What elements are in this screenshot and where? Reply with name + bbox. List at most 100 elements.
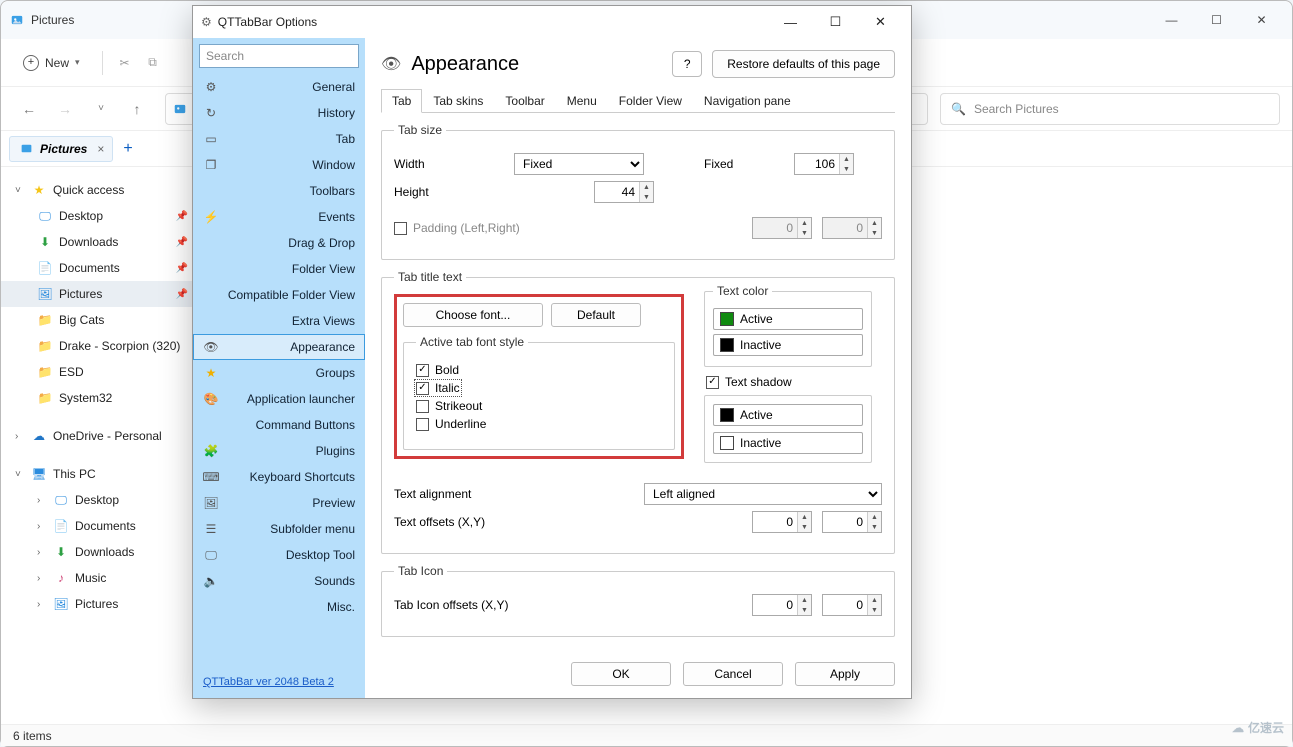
default-font-button[interactable]: Default [551,303,641,327]
bold-checkbox[interactable]: ✓Bold [416,363,662,377]
tab-pictures[interactable]: Pictures × [9,136,113,162]
nav-tab[interactable]: ▭Tab [193,126,365,152]
tree-pc-documents[interactable]: ›📄Documents [1,513,196,539]
cancel-button[interactable]: Cancel [683,662,783,686]
text-offset-x-input[interactable]: ▲▼ [752,511,812,533]
version-link[interactable]: QTTabBar ver 2048 Beta 2 [193,664,365,698]
lightning-icon: ⚡ [203,210,219,224]
tree-downloads[interactable]: ⬇Downloads📌 [1,229,196,255]
shadow-inactive-button[interactable]: Inactive [713,432,863,454]
tree-pictures[interactable]: 🖼Pictures📌 [1,281,196,307]
padding-right-input[interactable]: ▲▼ [822,217,882,239]
tree-onedrive[interactable]: ›☁OneDrive - Personal [1,423,196,449]
nav-tree: ˅★Quick access 🖵Desktop📌 ⬇Downloads📌 📄Do… [1,169,196,724]
nav-groups[interactable]: ★Groups [193,360,365,386]
nav-folderview[interactable]: Folder View [193,256,365,282]
icon-offsets-label: Tab Icon offsets (X,Y) [394,598,742,612]
choose-font-button[interactable]: Choose font... [403,303,543,327]
options-search[interactable]: Search [199,44,359,68]
tree-documents[interactable]: 📄Documents📌 [1,255,196,281]
help-button[interactable]: ? [672,51,702,77]
tree-bigcats[interactable]: 📁Big Cats [1,307,196,333]
explorer-maximize-button[interactable]: ☐ [1194,5,1239,35]
tree-drake[interactable]: 📁Drake - Scorpion (320) [1,333,196,359]
nav-window[interactable]: ❐Window [193,152,365,178]
preview-icon: 🖼 [203,496,219,510]
add-tab-button[interactable]: + [117,140,138,158]
up-button[interactable]: ↑ [121,93,153,125]
tree-pc-downloads[interactable]: ›⬇Downloads [1,539,196,565]
nav-extraviews[interactable]: Extra Views [193,308,365,334]
explorer-close-button[interactable]: ✕ [1239,5,1284,35]
nav-launcher[interactable]: 🎨Application launcher [193,386,365,412]
subtab-tab[interactable]: Tab [381,89,422,113]
tree-pc-pictures[interactable]: ›🖼Pictures [1,591,196,617]
padding-checkbox[interactable]: Padding (Left,Right) [394,221,520,235]
fixed-width-input[interactable]: ▲▼ [794,153,854,175]
width-mode-select[interactable]: Fixed [514,153,644,175]
inactive-color-button[interactable]: Inactive [713,334,863,356]
apply-button[interactable]: Apply [795,662,895,686]
nav-toolbars[interactable]: Toolbars [193,178,365,204]
padding-left-input[interactable]: ▲▼ [752,217,812,239]
cut-icon[interactable]: ✂ [115,56,135,70]
tree-pc-desktop[interactable]: ›🖵Desktop [1,487,196,513]
icon-offset-x-input[interactable]: ▲▼ [752,594,812,616]
nav-sounds[interactable]: 🔈Sounds [193,568,365,594]
tree-this-pc[interactable]: ˅🖥This PC [1,461,196,487]
nav-preview[interactable]: 🖼Preview [193,490,365,516]
text-shadow-checkbox[interactable]: ✓Text shadow [706,375,872,389]
menu-icon: ☰ [203,522,219,536]
dialog-close-button[interactable]: ✕ [858,7,903,37]
text-align-select[interactable]: Left aligned [644,483,882,505]
nav-history[interactable]: ↻History [193,100,365,126]
height-input[interactable]: ▲▼ [594,181,654,203]
shadow-active-button[interactable]: Active [713,404,863,426]
dialog-titlebar[interactable]: ⚙ QTTabBar Options — ☐ ✕ [193,6,911,38]
nav-keyboard[interactable]: ⌨Keyboard Shortcuts [193,464,365,490]
explorer-search[interactable]: 🔍 Search Pictures [940,93,1280,125]
explorer-minimize-button[interactable]: — [1149,5,1194,35]
nav-desktoptool[interactable]: 🖵Desktop Tool [193,542,365,568]
text-offset-y-input[interactable]: ▲▼ [822,511,882,533]
dialog-minimize-button[interactable]: — [768,7,813,37]
new-button[interactable]: + New ▾ [13,51,90,75]
tree-pc-music[interactable]: ›♪Music [1,565,196,591]
forward-button[interactable]: → [49,93,81,125]
dialog-maximize-button[interactable]: ☐ [813,7,858,37]
recent-dropdown[interactable]: ˅ [85,93,117,125]
history-icon: ↻ [203,106,219,120]
active-color-button[interactable]: Active [713,308,863,330]
nav-general[interactable]: ⚙General [193,74,365,100]
subtab-navpane[interactable]: Navigation pane [693,89,802,113]
document-icon: 📄 [53,518,69,534]
nav-misc[interactable]: Misc. [193,594,365,620]
strikeout-checkbox[interactable]: Strikeout [416,399,662,413]
nav-dragdrop[interactable]: Drag & Drop [193,230,365,256]
icon-offset-y-input[interactable]: ▲▼ [822,594,882,616]
tab-close-icon[interactable]: × [97,142,104,156]
subtab-menu[interactable]: Menu [556,89,608,113]
nav-plugins[interactable]: 🧩Plugins [193,438,365,464]
subtab-toolbar[interactable]: Toolbar [494,89,555,113]
tree-system32[interactable]: 📁System32 [1,385,196,411]
nav-compat[interactable]: Compatible Folder View [193,282,365,308]
italic-checkbox[interactable]: ✓Italic [416,381,460,395]
nav-events[interactable]: ⚡Events [193,204,365,230]
subtab-folderview[interactable]: Folder View [608,89,693,113]
copy-icon[interactable]: ⧉ [143,55,163,70]
download-icon: ⬇ [53,544,69,560]
nav-appearance[interactable]: 👁Appearance [193,334,365,360]
tree-quick-access[interactable]: ˅★Quick access [1,177,196,203]
tree-esd[interactable]: 📁ESD [1,359,196,385]
ok-button[interactable]: OK [571,662,671,686]
eye-icon: 👁 [203,340,219,354]
back-button[interactable]: ← [13,93,45,125]
tree-desktop[interactable]: 🖵Desktop📌 [1,203,196,229]
pictures-icon [18,141,34,157]
subtab-tabskins[interactable]: Tab skins [422,89,494,113]
restore-defaults-button[interactable]: Restore defaults of this page [712,50,895,78]
nav-cmdbuttons[interactable]: Command Buttons [193,412,365,438]
nav-subfolder[interactable]: ☰Subfolder menu [193,516,365,542]
underline-checkbox[interactable]: Underline [416,417,662,431]
